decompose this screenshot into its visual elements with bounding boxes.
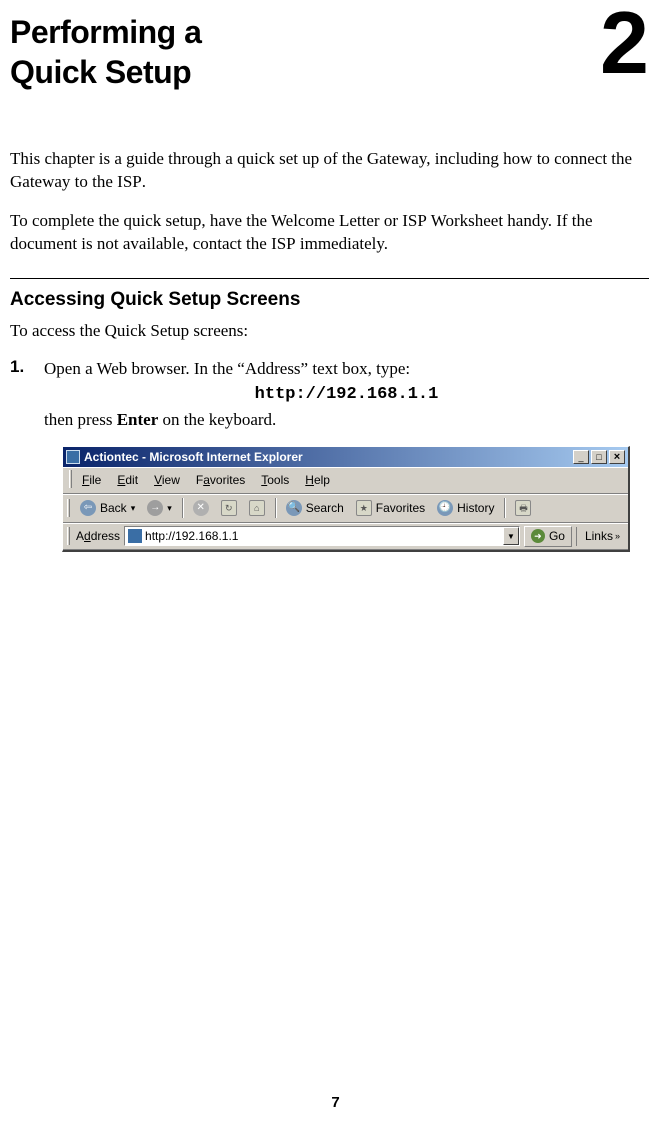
minimize-button[interactable]: _ xyxy=(573,450,589,464)
close-button[interactable]: × xyxy=(609,450,625,464)
section-lead: To access the Quick Setup screens: xyxy=(10,321,649,341)
menu-edit[interactable]: Edit xyxy=(111,470,148,491)
maximize-button[interactable]: □ xyxy=(591,450,607,464)
favorites-button[interactable]: ★ Favorites xyxy=(350,498,431,519)
ie-icon xyxy=(66,450,80,464)
menubar: File Edit View Favorites Tools Help xyxy=(63,467,628,494)
browser-window: Actiontec - Microsoft Internet Explorer … xyxy=(62,446,630,551)
links-button[interactable]: Links » xyxy=(576,527,624,546)
go-button[interactable]: ➜ Go xyxy=(524,526,572,547)
print-button[interactable]: 🖶 xyxy=(509,498,537,518)
menu-help[interactable]: Help xyxy=(299,470,340,491)
addressbar: Address ▼ ➜ Go Links » xyxy=(63,523,628,550)
code-url: http://192.168.1.1 xyxy=(44,383,649,407)
history-icon: 🕘 xyxy=(437,500,453,516)
menu-favorites[interactable]: Favorites xyxy=(190,470,255,491)
step-body: Open a Web browser. In the “Address” tex… xyxy=(44,357,649,552)
forward-arrow-icon: → xyxy=(147,500,163,516)
stop-icon: ✕ xyxy=(193,500,209,516)
grip-icon xyxy=(69,470,72,488)
toolbar: ⇦ Back ▾ → ▾ ✕ ↻ ⌂ 🔍 Search ★ xyxy=(63,494,628,523)
go-icon: ➜ xyxy=(531,529,545,543)
history-button[interactable]: 🕘 History xyxy=(431,498,500,519)
home-icon: ⌂ xyxy=(249,500,265,516)
step-number: 1. xyxy=(10,357,30,552)
chevron-down-icon: ▾ xyxy=(167,502,172,515)
chevron-right-icon: » xyxy=(615,530,620,543)
address-input[interactable] xyxy=(145,529,503,543)
section-heading: Accessing Quick Setup Screens xyxy=(10,289,649,311)
grip-icon xyxy=(67,527,70,545)
chapter-number: 2 xyxy=(600,8,649,78)
search-icon: 🔍 xyxy=(286,500,302,516)
intro-paragraph-1: This chapter is a guide through a quick … xyxy=(10,148,649,194)
chapter-title-line1: Performing a xyxy=(10,14,201,50)
favorites-icon: ★ xyxy=(356,500,372,516)
grip-icon xyxy=(67,499,70,517)
titlebar: Actiontec - Microsoft Internet Explorer … xyxy=(63,447,628,467)
home-button[interactable]: ⌂ xyxy=(243,498,271,518)
window-title: Actiontec - Microsoft Internet Explorer xyxy=(84,449,303,466)
menu-view[interactable]: View xyxy=(148,470,190,491)
print-icon: 🖶 xyxy=(515,500,531,516)
forward-button[interactable]: → ▾ xyxy=(141,498,178,518)
intro-paragraph-2: To complete the quick setup, have the We… xyxy=(10,210,649,256)
address-combo[interactable]: ▼ xyxy=(124,526,520,546)
page-number: 7 xyxy=(0,1094,671,1111)
section-divider xyxy=(10,278,649,279)
menu-tools[interactable]: Tools xyxy=(255,470,299,491)
separator xyxy=(275,498,276,518)
search-button[interactable]: 🔍 Search xyxy=(280,498,350,519)
stop-button[interactable]: ✕ xyxy=(187,498,215,518)
menu-file[interactable]: File xyxy=(76,470,111,491)
step-1: 1. Open a Web browser. In the “Address” … xyxy=(10,357,649,552)
separator xyxy=(182,498,183,518)
chevron-down-icon: ▾ xyxy=(131,502,136,515)
back-arrow-icon: ⇦ xyxy=(80,500,96,516)
page-icon xyxy=(128,529,142,543)
chapter-title-line2: Quick Setup xyxy=(10,54,191,90)
address-dropdown-button[interactable]: ▼ xyxy=(503,527,519,545)
refresh-button[interactable]: ↻ xyxy=(215,498,243,518)
chapter-title: Performing a Quick Setup xyxy=(10,12,201,92)
back-button[interactable]: ⇦ Back ▾ xyxy=(74,498,141,519)
step-line1: Open a Web browser. In the “Address” tex… xyxy=(44,359,410,378)
address-label: Address xyxy=(74,528,124,545)
refresh-icon: ↻ xyxy=(221,500,237,516)
separator xyxy=(504,498,505,518)
